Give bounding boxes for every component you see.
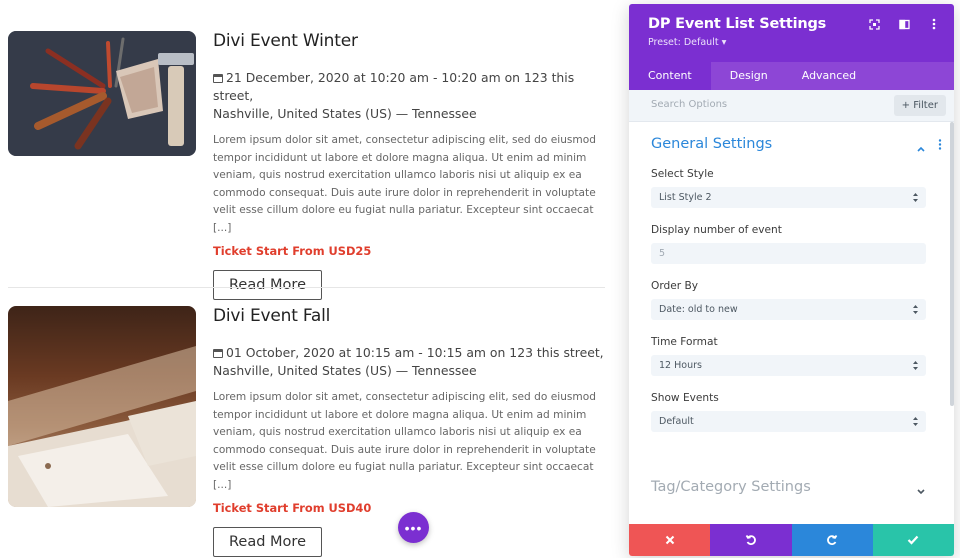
- event-description: Lorem ipsum dolor sit amet, consectetur …: [213, 134, 596, 234]
- select-arrows-icon: [913, 305, 918, 314]
- settings-panel: DP Event List Settings Preset: Default ▾…: [629, 4, 954, 556]
- redo-button[interactable]: [791, 524, 873, 556]
- select-style-dropdown[interactable]: List Style 2: [651, 187, 926, 208]
- event-body: Divi Event Winter 21 December, 2020 at 1…: [213, 31, 608, 300]
- event-image-tools[interactable]: [8, 31, 196, 156]
- display-number-input[interactable]: 5: [651, 243, 926, 264]
- order-by-dropdown[interactable]: Date: old to new: [651, 299, 926, 320]
- read-more-button[interactable]: Read More: [213, 269, 322, 300]
- dropdown-value: Date: old to new: [659, 304, 738, 315]
- tab-content[interactable]: Content: [629, 62, 711, 90]
- preset-dropdown[interactable]: Preset: Default ▾: [648, 37, 936, 48]
- panel-scrollbar[interactable]: [950, 122, 954, 406]
- event-location: Nashville, United States (US) — Tennesse…: [213, 106, 477, 121]
- close-icon: [665, 535, 674, 545]
- filter-button[interactable]: + Filter: [893, 95, 946, 116]
- field-label: Time Format: [651, 336, 718, 348]
- event-date: 21 December, 2020 at 10:20 am - 10:20 am…: [213, 70, 575, 103]
- time-format-dropdown[interactable]: 12 Hours: [651, 355, 926, 376]
- field-label: Select Style: [651, 168, 714, 180]
- redo-icon: [827, 535, 838, 545]
- field-time-format: Time Format 12 Hours: [651, 336, 954, 376]
- calendar-icon: [213, 349, 223, 358]
- show-events-dropdown[interactable]: Default: [651, 411, 926, 432]
- expand-icon[interactable]: [868, 18, 880, 30]
- select-arrows-icon: [913, 361, 918, 370]
- undo-icon: [745, 535, 756, 545]
- field-label: Order By: [651, 280, 699, 292]
- chevron-down-icon[interactable]: [916, 484, 926, 495]
- event-location: Nashville, United States (US) — Tennesse…: [213, 363, 477, 378]
- save-button[interactable]: [872, 524, 954, 556]
- panel-header-icons: [868, 18, 940, 30]
- section-menu-icon[interactable]: [938, 139, 942, 151]
- ticket-price: Ticket Start From USD25: [213, 243, 372, 258]
- columns-icon[interactable]: [898, 18, 910, 30]
- event-title[interactable]: Divi Event Winter: [213, 31, 608, 51]
- field-display-number: Display number of event 5: [651, 224, 954, 264]
- tab-design[interactable]: Design: [711, 62, 787, 90]
- tab-advanced[interactable]: Advanced: [787, 62, 875, 90]
- undo-button[interactable]: [710, 524, 792, 556]
- event-description: Lorem ipsum dolor sit amet, consectetur …: [213, 391, 596, 491]
- chevron-up-icon[interactable]: [916, 141, 926, 152]
- event-title[interactable]: Divi Event Fall: [213, 306, 608, 326]
- ellipsis-icon: •••: [404, 519, 423, 536]
- event-meta: 21 December, 2020 at 10:20 am - 10:20 am…: [213, 69, 608, 123]
- search-input[interactable]: Search Options: [651, 99, 727, 110]
- event-divider: [8, 287, 605, 288]
- panel-header[interactable]: DP Event List Settings Preset: Default ▾: [629, 4, 954, 62]
- field-show-events: Show Events Default: [651, 392, 954, 432]
- tag-category-settings-section[interactable]: Tag/Category Settings: [651, 479, 811, 495]
- dropdown-value: 12 Hours: [659, 360, 702, 371]
- select-arrows-icon: [913, 417, 918, 426]
- field-label: Display number of event: [651, 224, 782, 236]
- event-meta: 01 October, 2020 at 10:15 am - 10:15 am …: [213, 344, 608, 380]
- field-select-style: Select Style List Style 2: [651, 168, 954, 208]
- kebab-menu-icon[interactable]: [928, 18, 940, 30]
- read-more-button[interactable]: Read More: [213, 526, 322, 557]
- dropdown-value: Default: [659, 416, 694, 427]
- field-label: Show Events: [651, 392, 719, 404]
- calendar-icon: [213, 74, 223, 83]
- event-image-desk[interactable]: [8, 306, 196, 507]
- field-order-by: Order By Date: old to new: [651, 280, 954, 320]
- panel-footer: [629, 524, 954, 556]
- panel-tabs: Content Design Advanced: [629, 62, 954, 90]
- event-date: 01 October, 2020 at 10:15 am - 10:15 am …: [226, 345, 604, 360]
- dropdown-value: List Style 2: [659, 192, 712, 203]
- section-title[interactable]: General Settings: [651, 136, 954, 152]
- discard-button[interactable]: [629, 524, 711, 556]
- select-arrows-icon: [913, 193, 918, 202]
- page: Divi Event Winter 21 December, 2020 at 1…: [0, 0, 960, 558]
- search-bar: Search Options + Filter: [629, 90, 954, 122]
- checkmark-icon: [908, 535, 919, 545]
- more-options-button[interactable]: •••: [398, 512, 429, 543]
- general-settings-section: General Settings Select Style List Style…: [629, 122, 954, 432]
